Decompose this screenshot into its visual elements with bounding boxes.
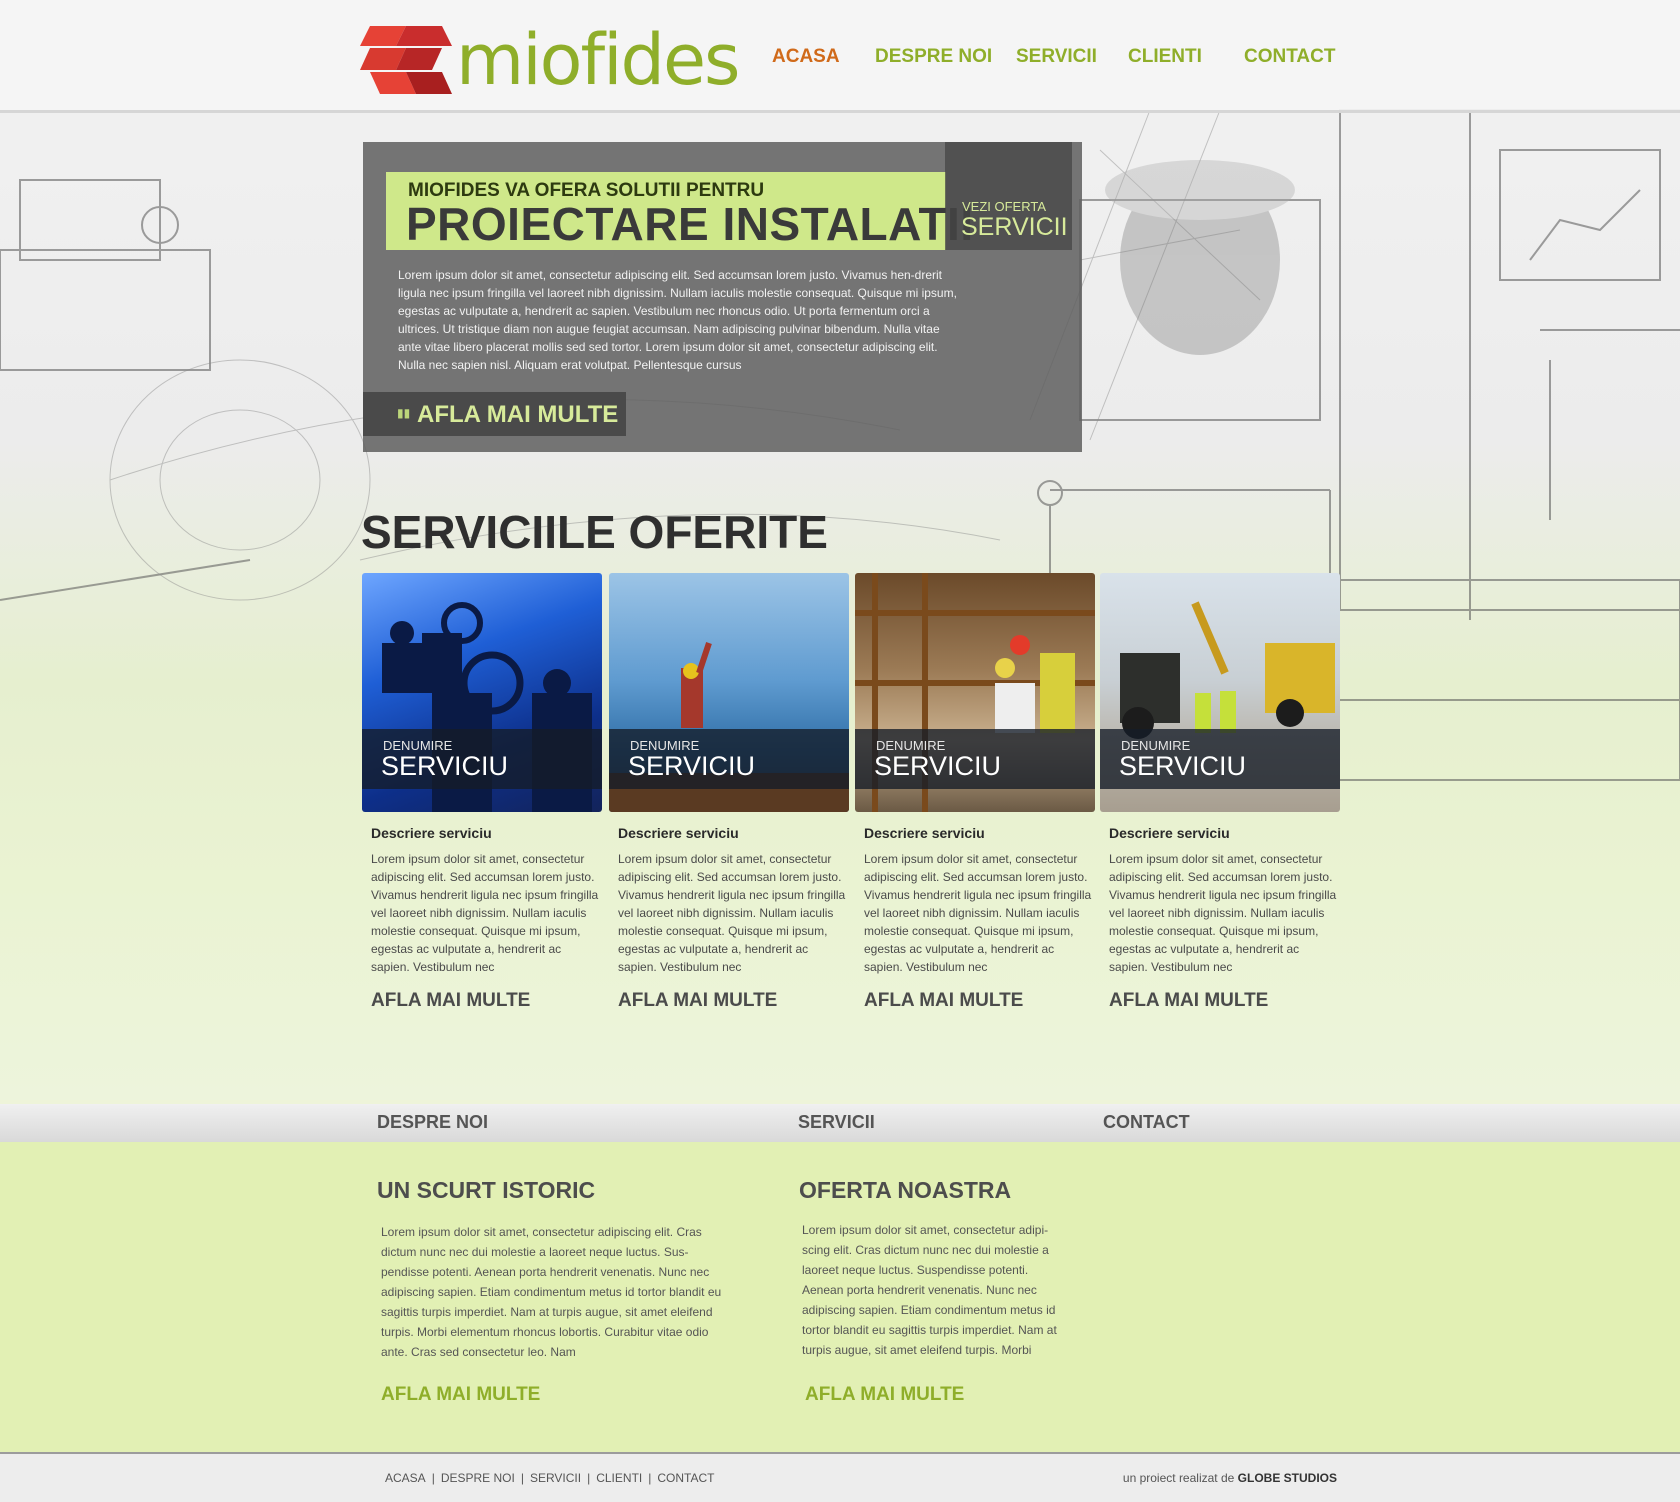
footer-link-despre-noi[interactable]: DESPRE NOI — [441, 1471, 515, 1485]
service-desc-title: Descriere serviciu — [371, 825, 492, 841]
hero-title: PROIECTARE INSTALATII — [406, 198, 974, 250]
tab-contact[interactable]: CONTACT — [1103, 1112, 1190, 1133]
service-image[interactable]: DENUMIRE SERVICIU — [362, 573, 602, 812]
hero-more-label: AFLA MAI MULTE — [417, 401, 619, 428]
nav-acasa[interactable]: ACASA — [772, 46, 840, 68]
services-title: SERVICIILE OFERITE — [361, 506, 828, 558]
service-overlay: DENUMIRE SERVICIU — [855, 729, 1095, 789]
footer-link-servicii[interactable]: SERVICII — [530, 1471, 581, 1485]
nav-servicii[interactable]: SERVICII — [1016, 46, 1097, 68]
footer-nav: ACASA | DESPRE NOI | SERVICII | CLIENTI | CONTAC… — [385, 1471, 714, 1485]
footer-separator: | — [648, 1471, 652, 1485]
service-desc: Lorem ipsum dolor sit amet, consectetur … — [864, 852, 1092, 974]
hero-offer-button[interactable]: VEZI OFERTA SERVICII — [945, 142, 1072, 250]
credit-prefix: un proiect realizat de — [1122, 1471, 1235, 1485]
service-name: SERVICIU — [1119, 751, 1247, 781]
service-image[interactable]: DENUMIRE SERVICIU — [855, 573, 1095, 812]
main-nav: ACASA DESPRE NOI SERVICII CLIENTI CONTAC… — [0, 46, 1680, 72]
footer-separator: | — [587, 1471, 591, 1485]
hero-offer-kicker: VEZI OFERTA — [962, 199, 1047, 214]
service-overlay: DENUMIRE SERVICIU — [1100, 729, 1340, 789]
history-text: Lorem ipsum dolor sit amet, consectetur … — [381, 1225, 722, 1359]
section-tabs: DESPRE NOI SERVICII CONTACT — [0, 1104, 1680, 1151]
service-name: SERVICIU — [628, 751, 756, 781]
history-more-link[interactable]: AFLA MAI MULTE — [381, 1384, 540, 1406]
tab-servicii[interactable]: SERVICII — [798, 1112, 875, 1133]
tab-despre-noi[interactable]: DESPRE NOI — [377, 1112, 488, 1133]
history-title: UN SCURT ISTORIC — [377, 1177, 596, 1203]
nav-contact[interactable]: CONTACT — [1244, 46, 1335, 68]
footer-link-contact[interactable]: CONTACT — [657, 1471, 714, 1485]
offer-more-link[interactable]: AFLA MAI MULTE — [805, 1384, 964, 1406]
footer-credit: un proiect realizat de GLOBE STUDIOS — [1123, 1471, 1337, 1485]
footer-separator: | — [520, 1471, 524, 1485]
hero-offer-label: SERVICII — [961, 213, 1068, 241]
nav-clienti[interactable]: CLIENTI — [1128, 46, 1202, 68]
service-name: SERVICIU — [874, 751, 1002, 781]
service-name: SERVICIU — [381, 751, 509, 781]
service-desc: Lorem ipsum dolor sit amet, consectetur … — [371, 852, 599, 974]
service-desc-title: Descriere serviciu — [864, 825, 985, 841]
hero-more-button[interactable]: ▮▮ AFLA MAI MULTE — [363, 392, 626, 436]
footer-link-acasa[interactable]: ACASA — [385, 1471, 426, 1485]
service-desc-title: Descriere serviciu — [618, 825, 739, 841]
credit-studio[interactable]: GLOBE STUDIOS — [1238, 1471, 1337, 1485]
offer-text: Lorem ipsum dolor sit amet, consectetur … — [802, 1223, 1057, 1357]
service-desc: Lorem ipsum dolor sit amet, consectetur … — [618, 852, 846, 974]
site-footer: ACASA | DESPRE NOI | SERVICII | CLIENTI | CONTAC… — [0, 1452, 1680, 1502]
service-more-link[interactable]: AFLA MAI MULTE — [618, 990, 777, 1012]
service-card: DENUMIRE SERVICIU Descriere serviciu Lor… — [855, 573, 1095, 1011]
service-image[interactable]: DENUMIRE SERVICIU — [609, 573, 849, 812]
nav-despre-noi[interactable]: DESPRE NOI — [875, 46, 992, 68]
service-overlay: DENUMIRE SERVICIU — [609, 729, 849, 789]
footer-link-clienti[interactable]: CLIENTI — [596, 1471, 642, 1485]
service-more-link[interactable]: AFLA MAI MULTE — [371, 990, 530, 1012]
service-desc: Lorem ipsum dolor sit amet, consectetur … — [1109, 852, 1337, 974]
hero-text: Lorem ipsum dolor sit amet, consectetur … — [398, 268, 957, 372]
footer-separator: | — [431, 1471, 435, 1485]
service-card: DENUMIRE SERVICIU Descriere serviciu Lor… — [362, 573, 602, 1011]
service-card: DENUMIRE SERVICIU Descriere serviciu Lor… — [1100, 573, 1340, 1011]
offer-title: OFERTA NOASTRA — [799, 1177, 1012, 1203]
service-more-link[interactable]: AFLA MAI MULTE — [1109, 990, 1268, 1012]
service-overlay: DENUMIRE SERVICIU — [362, 729, 602, 789]
hero-title-box: MIOFIDES VA OFERA SOLUTII PENTRU PROIECT… — [386, 172, 973, 250]
site-header: miofides ACASA DESPRE NOI SERVICII CLIEN… — [0, 0, 1680, 113]
service-image[interactable]: DENUMIRE SERVICIU — [1100, 573, 1340, 812]
bars-icon: ▮▮ — [397, 406, 411, 420]
service-more-link[interactable]: AFLA MAI MULTE — [864, 990, 1023, 1012]
service-desc-title: Descriere serviciu — [1109, 825, 1230, 841]
hero-banner: MIOFIDES VA OFERA SOLUTII PENTRU PROIECT… — [363, 142, 1082, 452]
service-card: DENUMIRE SERVICIU Descriere serviciu Lor… — [609, 573, 849, 1011]
